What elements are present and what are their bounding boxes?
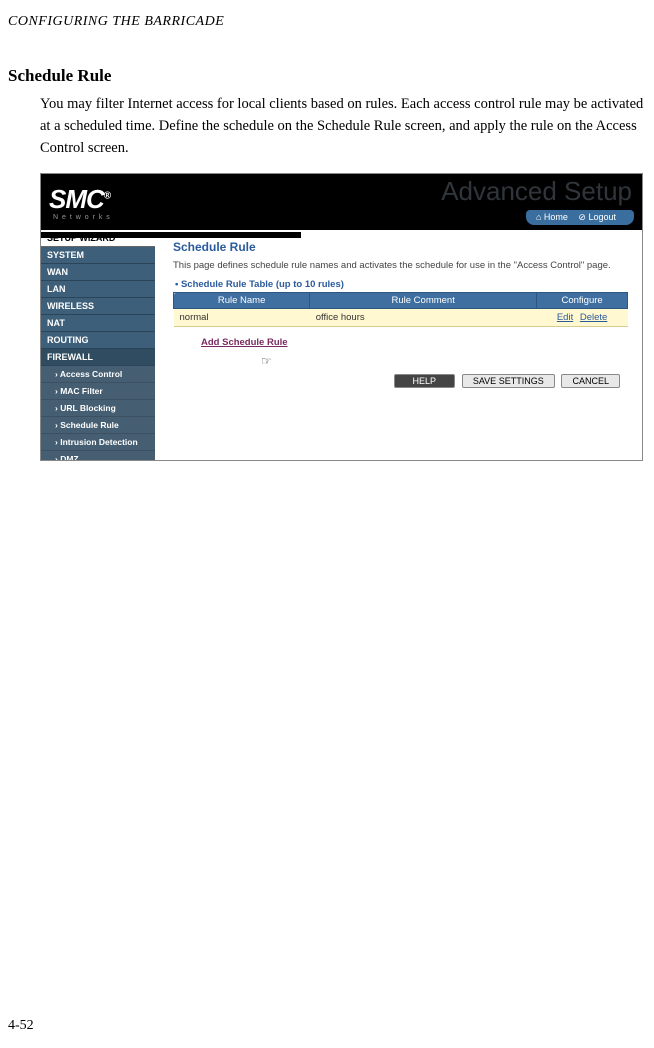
logout-link[interactable]: ⊘ Logout (578, 212, 616, 222)
nav-dmz[interactable]: DMZ (41, 451, 155, 461)
schedule-rule-table: Rule Name Rule Comment Configure normal … (173, 292, 628, 327)
intro-paragraph: You may filter Internet access for local… (0, 94, 654, 159)
action-button-row: HELP SAVE SETTINGS CANCEL (173, 374, 628, 388)
brand-subtext: N e t w o r k s (53, 214, 111, 221)
app-header-bar: SMC® N e t w o r k s Advanced Setup ⌂ Ho… (41, 174, 642, 230)
pointer-cursor-icon: ☞ (261, 354, 272, 368)
section-title: Schedule Rule (0, 30, 654, 94)
nav-routing[interactable]: ROUTING (41, 332, 155, 349)
brand-logo: SMC® (49, 184, 110, 215)
cell-actions: Edit Delete (537, 309, 628, 327)
embedded-screenshot: SMC® N e t w o r k s Advanced Setup ⌂ Ho… (40, 173, 643, 461)
header-link-bar: ⌂ Home ⊘ Logout (526, 210, 634, 225)
edit-link[interactable]: Edit (557, 312, 573, 323)
save-settings-button[interactable]: SAVE SETTINGS (462, 374, 555, 388)
col-rule-name: Rule Name (174, 293, 310, 309)
banner-title: Advanced Setup (441, 176, 632, 207)
help-button[interactable]: HELP (394, 374, 456, 388)
table-row: normal office hours Edit Delete (174, 309, 628, 327)
nav-schedule-rule[interactable]: Schedule Rule (41, 417, 155, 434)
page-number: 4-52 (8, 1018, 34, 1034)
cell-rule-name: normal (174, 309, 310, 327)
cell-rule-comment: office hours (310, 309, 537, 327)
sidebar-nav: SETUP WIZARD SYSTEM WAN LAN WIRELESS NAT… (41, 230, 155, 460)
add-schedule-rule-link[interactable]: Add Schedule Rule (201, 337, 288, 348)
home-link[interactable]: ⌂ Home (536, 212, 568, 222)
running-header: CONFIGURING THE BARRICADE (0, 0, 654, 30)
delete-link[interactable]: Delete (580, 312, 607, 323)
content-title: Schedule Rule (173, 240, 628, 254)
nav-url-blocking[interactable]: URL Blocking (41, 400, 155, 417)
nav-system[interactable]: SYSTEM (41, 247, 155, 264)
col-rule-comment: Rule Comment (310, 293, 537, 309)
nav-wan[interactable]: WAN (41, 264, 155, 281)
content-pane: Schedule Rule This page defines schedule… (155, 230, 642, 460)
nav-access-control[interactable]: Access Control (41, 366, 155, 383)
nav-wireless[interactable]: WIRELESS (41, 298, 155, 315)
nav-lan[interactable]: LAN (41, 281, 155, 298)
nav-mac-filter[interactable]: MAC Filter (41, 383, 155, 400)
col-configure: Configure (537, 293, 628, 309)
table-heading: Schedule Rule Table (up to 10 rules) (187, 279, 628, 290)
cancel-button[interactable]: CANCEL (561, 374, 620, 388)
nav-intrusion-detection[interactable]: Intrusion Detection (41, 434, 155, 451)
content-description: This page defines schedule rule names an… (173, 260, 628, 271)
nav-nat[interactable]: NAT (41, 315, 155, 332)
nav-firewall[interactable]: FIREWALL (41, 349, 155, 366)
